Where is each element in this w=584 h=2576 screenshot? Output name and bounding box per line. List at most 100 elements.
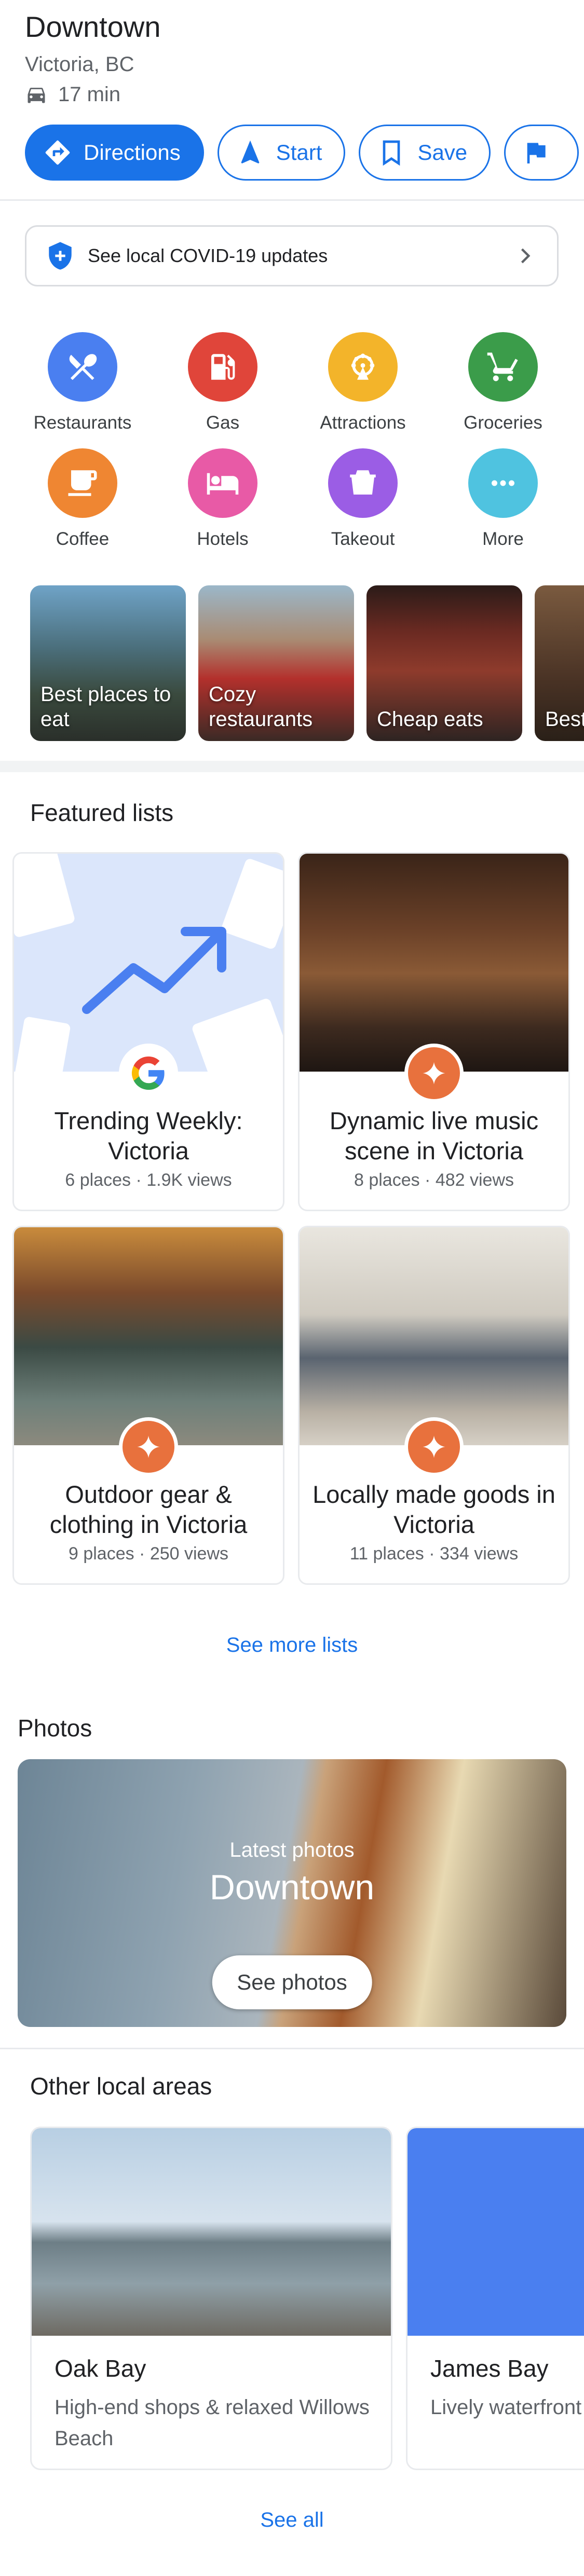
badge-circle [408, 1047, 460, 1099]
category-takeout[interactable]: Takeout [293, 448, 433, 550]
featured-lists-grid: Trending Weekly: Victoria 6 places · 1.9… [12, 852, 572, 1585]
list-name: Outdoor gear & clothing in Victoria [49, 1481, 248, 1538]
area-name: James Bay [430, 2355, 549, 2382]
category-label: Hotels [197, 529, 249, 549]
explore-card-label: Best places to eat [40, 683, 171, 731]
see-all-link[interactable]: See all [0, 2509, 584, 2532]
photos-heading: Photos [18, 1715, 92, 1742]
divider [0, 2048, 584, 2049]
list-name: Trending Weekly: Victoria [54, 1107, 243, 1164]
category-circle [468, 332, 538, 402]
gas-pump-icon [211, 354, 235, 380]
star-badge [404, 1044, 464, 1103]
photos-card[interactable]: Latest photos Downtown See photos [18, 1759, 566, 2027]
travel-time-value: 17 min [58, 83, 121, 106]
category-more[interactable]: More [433, 448, 573, 550]
area-name: Oak Bay [55, 2355, 146, 2382]
category-hotels[interactable]: Hotels [153, 448, 293, 550]
category-label: Attractions [320, 413, 406, 433]
category-circle [328, 332, 398, 402]
photos-overlay: Latest photos Downtown [18, 1837, 566, 1909]
sparkle-star-icon [423, 1062, 445, 1085]
list-image [300, 854, 568, 1072]
action-buttons: Directions Start Save [25, 125, 584, 182]
category-label: Restaurants [33, 413, 132, 433]
car-icon [28, 88, 45, 103]
sparkle-star-icon [423, 1435, 445, 1458]
divider [0, 199, 584, 201]
trend-arrow-icon [14, 854, 283, 1072]
covid-updates-link[interactable]: See local COVID-19 updates [25, 225, 559, 286]
category-circle [48, 332, 117, 402]
category-circle [48, 448, 117, 518]
google-badge [119, 1044, 178, 1103]
bed-icon [207, 473, 239, 495]
see-more-lists-link[interactable]: See more lists [0, 1634, 584, 1657]
place-title: Downtown [25, 10, 161, 43]
covid-text: See local COVID-19 updates [88, 245, 328, 266]
place-subtitle: Victoria, BC [25, 53, 134, 76]
explore-card-cheap-eats[interactable]: Cheap eats [366, 585, 522, 741]
category-grid: Restaurants Gas Attractions Groceries Co… [0, 332, 584, 550]
start-button[interactable]: Start [217, 125, 346, 181]
category-circle [468, 448, 538, 518]
badge-circle [408, 1421, 460, 1473]
area-card-oak-bay[interactable]: Oak Bay High-end shops & relaxed Willows… [30, 2127, 392, 2470]
photos-place-name: Downtown [209, 1868, 375, 1907]
explore-card-cozy[interactable]: Cozy restaurants [198, 585, 354, 741]
directions-label: Directions [84, 140, 181, 165]
sparkle-star-icon [137, 1435, 160, 1458]
directions-icon [45, 140, 70, 165]
list-name: Locally made goods in Victoria [313, 1481, 555, 1538]
area-image [32, 2128, 391, 2336]
more-dots-icon [492, 480, 514, 486]
featured-list-card[interactable]: Dynamic live music scene in Victoria 8 p… [298, 852, 570, 1211]
category-restaurants[interactable]: Restaurants [12, 332, 153, 434]
cart-icon [487, 352, 518, 381]
star-badge [119, 1417, 178, 1476]
category-coffee[interactable]: Coffee [12, 448, 153, 550]
list-meta: 6 places · 1.9K views [65, 1170, 232, 1190]
directions-button[interactable]: Directions [25, 125, 204, 181]
explore-card-label: Best with [545, 708, 584, 731]
explore-card-label: Cheap eats [377, 708, 483, 731]
area-image [408, 2128, 584, 2336]
area-description: High-end shops & relaxed Willows Beach [55, 2396, 370, 2450]
category-groceries[interactable]: Groceries [433, 332, 573, 434]
star-badge [404, 1417, 464, 1476]
list-image [14, 1227, 283, 1445]
featured-list-card[interactable]: Trending Weekly: Victoria 6 places · 1.9… [12, 852, 284, 1211]
travel-time: 17 min [25, 81, 560, 108]
featured-list-card[interactable]: Outdoor gear & clothing in Victoria 9 pl… [12, 1226, 284, 1585]
share-button[interactable] [504, 125, 579, 181]
explore-card-best-with[interactable]: Best with [535, 585, 584, 741]
category-label: Gas [206, 413, 240, 433]
list-meta: 9 places · 250 views [68, 1544, 229, 1564]
explore-card-best-places[interactable]: Best places to eat [30, 585, 186, 741]
area-card-james-bay[interactable]: James Bay Lively waterfront Buildings [406, 2127, 584, 2470]
category-label: More [482, 529, 524, 549]
local-areas-carousel: Oak Bay High-end shops & relaxed Willows… [30, 2127, 584, 2472]
start-label: Start [276, 140, 322, 165]
takeout-bag-icon [350, 470, 376, 495]
google-logo-icon [131, 1056, 165, 1090]
see-photos-button[interactable]: See photos [212, 1955, 372, 2009]
coffee-cup-icon [68, 470, 97, 496]
fork-knife-icon [69, 354, 97, 380]
other-areas-heading: Other local areas [30, 2073, 212, 2100]
list-name: Dynamic live music scene in Victoria [329, 1107, 539, 1164]
featured-list-card[interactable]: Locally made goods in Victoria 11 places… [298, 1226, 570, 1585]
chevron-right-icon [521, 248, 531, 264]
list-meta: 8 places · 482 views [354, 1170, 514, 1190]
category-gas[interactable]: Gas [153, 332, 293, 434]
section-separator [0, 761, 584, 772]
navigation-arrow-icon [241, 140, 260, 163]
save-button[interactable]: Save [359, 125, 491, 181]
badge-circle [123, 1421, 174, 1473]
bookmark-icon [383, 140, 400, 166]
save-label: Save [417, 140, 468, 165]
list-meta: 11 places · 334 views [349, 1544, 519, 1564]
category-circle [188, 448, 257, 518]
category-attractions[interactable]: Attractions [293, 332, 433, 434]
latest-photos-label: Latest photos [229, 1839, 355, 1861]
